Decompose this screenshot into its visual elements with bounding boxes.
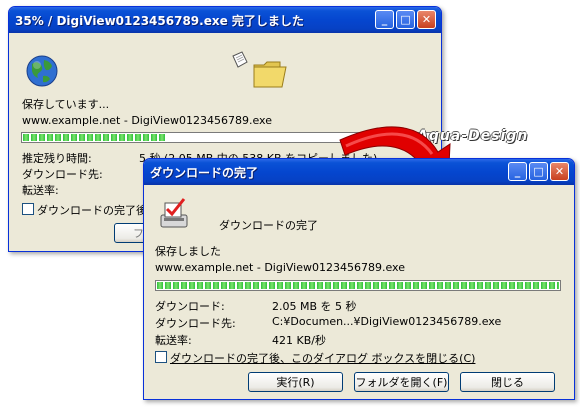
minimize-button[interactable]: _ (508, 162, 527, 181)
close-after-download-label[interactable]: ダウンロードの完了後、このダイアログ ボックスを閉じる(C) (170, 350, 475, 366)
back-title-bar[interactable]: 35% / DigiView0123456789.exe 完了しました _ □ … (9, 7, 441, 33)
downloaded-value: 2.05 MB を 5 秒 (272, 300, 357, 313)
download-complete-window: ダウンロードの完了 _ □ ✕ ダウンロードの完了 保存しました www.exa… (143, 158, 575, 400)
maximize-button[interactable]: □ (529, 162, 548, 181)
globe-icon (26, 55, 58, 87)
back-remaining-label: 推定残り時間: (22, 152, 92, 165)
folder-icon (253, 61, 287, 88)
front-heading: ダウンロードの完了 (219, 219, 318, 232)
back-source-text: www.example.net - DigiView0123456789.exe (22, 114, 272, 127)
transfer-rate-label: 転送率: (155, 334, 192, 347)
front-window-title: ダウンロードの完了 (150, 165, 259, 180)
front-progress-bar (155, 280, 561, 291)
back-dest-label: ダウンロード先: (22, 168, 103, 181)
close-dialog-button[interactable]: 閉じる (460, 372, 555, 392)
transfer-rate-value: 421 KB/秒 (272, 334, 326, 347)
back-status-text: 保存しています... (22, 98, 110, 111)
download-complete-icon (160, 198, 188, 228)
destination-label: ダウンロード先: (155, 317, 236, 330)
open-folder-button[interactable]: フォルダを開く(F) (354, 372, 449, 392)
back-close-checkbox[interactable] (22, 203, 34, 215)
front-progress-fill (157, 282, 559, 289)
front-title-bar[interactable]: ダウンロードの完了 _ □ ✕ (144, 159, 574, 185)
back-rate-label: 転送率: (22, 184, 59, 197)
front-status-text: 保存しました (155, 245, 221, 258)
run-button[interactable]: 実行(R) (248, 372, 343, 392)
maximize-button[interactable]: □ (396, 10, 415, 29)
paper-icon (232, 51, 248, 68)
close-after-download-checkbox[interactable] (155, 351, 167, 363)
back-progress-fill (23, 134, 166, 141)
downloaded-label: ダウンロード: (155, 300, 225, 313)
minimize-button[interactable]: _ (375, 10, 394, 29)
close-button[interactable]: ✕ (417, 10, 436, 29)
close-button[interactable]: ✕ (550, 162, 569, 181)
back-window-title: 35% / DigiView0123456789.exe 完了しました (15, 13, 304, 28)
destination-value: C:¥Documen...¥DigiView0123456789.exe (272, 315, 502, 328)
front-source-text: www.example.net - DigiView0123456789.exe (155, 261, 405, 274)
back-checkbox-label: ダウンロードの完了後 (37, 204, 147, 217)
